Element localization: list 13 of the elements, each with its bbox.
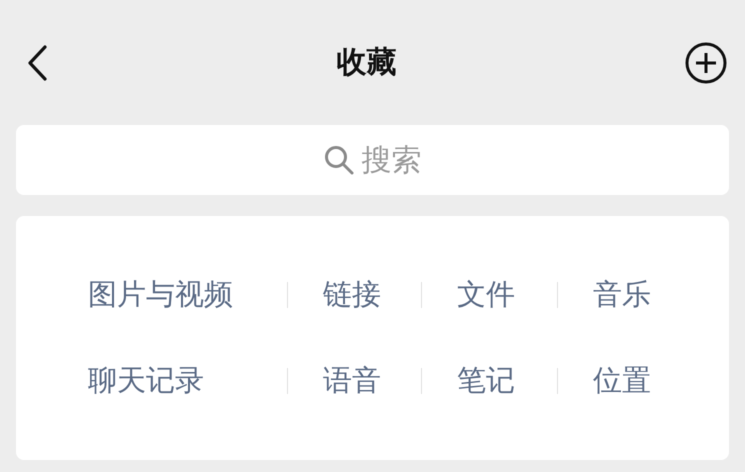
category-link[interactable]: 图片与视频 (88, 275, 233, 315)
category-link[interactable]: 位置 (593, 361, 651, 401)
search-icon (324, 145, 354, 175)
back-icon[interactable] (26, 44, 48, 80)
category-link[interactable]: 文件 (457, 275, 515, 315)
add-icon[interactable] (685, 42, 727, 84)
page-title: 收藏 (336, 44, 396, 82)
category-link[interactable]: 链接 (323, 275, 381, 315)
search-field[interactable]: 搜索 (16, 125, 729, 195)
category-link[interactable]: 语音 (323, 361, 381, 401)
category-link[interactable]: 音乐 (593, 275, 651, 315)
category-link[interactable]: 聊天记录 (88, 361, 204, 401)
category-link[interactable]: 笔记 (457, 361, 515, 401)
